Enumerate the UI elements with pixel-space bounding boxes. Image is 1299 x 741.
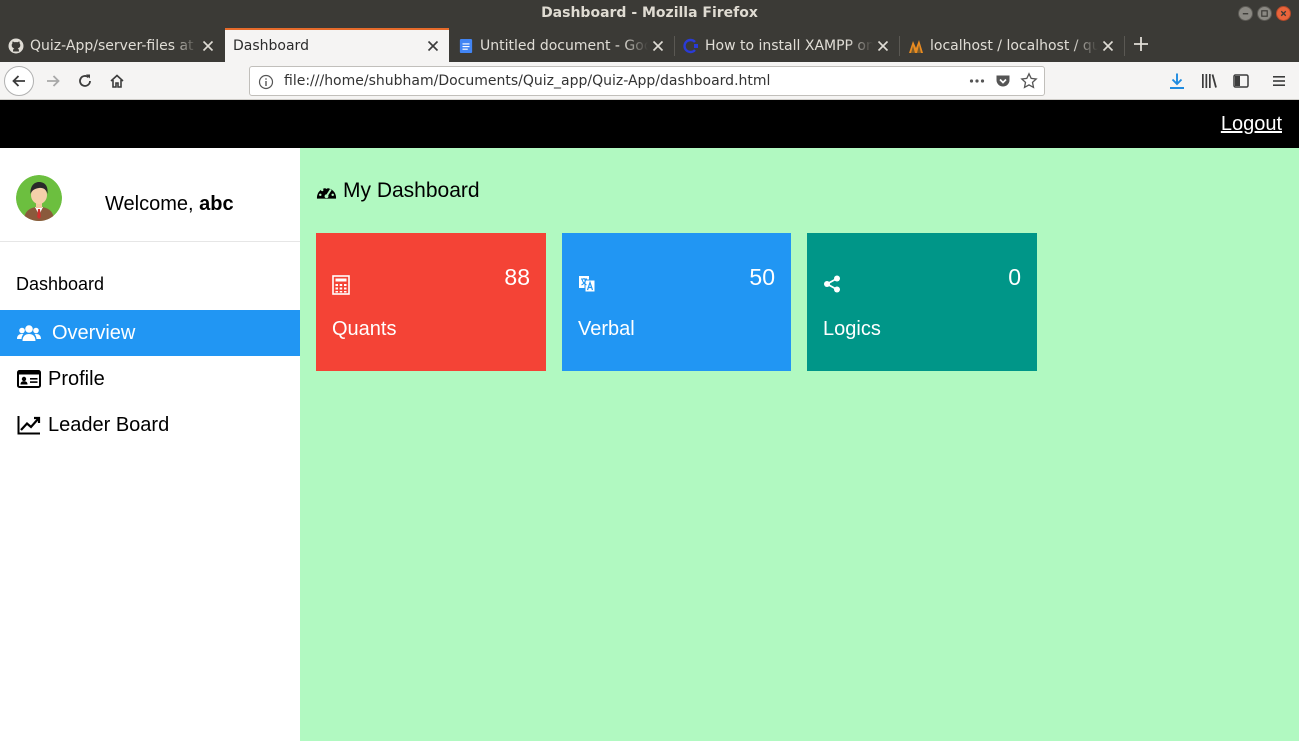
minimize-icon bbox=[1242, 13, 1249, 15]
sidebar-toggle-button[interactable] bbox=[1232, 72, 1250, 90]
home-button[interactable] bbox=[102, 66, 132, 96]
page-title-text: My Dashboard bbox=[343, 179, 480, 202]
tab-strip: Quiz-App/server-files at Dashboard Untit… bbox=[0, 28, 1299, 62]
page-actions-icon[interactable] bbox=[968, 72, 986, 94]
hamburger-menu-icon bbox=[1273, 76, 1285, 86]
sidebar-heading: Dashboard bbox=[16, 274, 105, 294]
web-page: Logout Welcome, abc Dashboard Overview P… bbox=[0, 100, 1299, 741]
verbal-card[interactable]: 50 Verbal bbox=[562, 233, 791, 371]
library-icon bbox=[1202, 74, 1217, 88]
plus-icon bbox=[1134, 37, 1148, 51]
sidebar-item-leader-board[interactable]: Leader Board bbox=[0, 402, 300, 448]
sidebar-icon bbox=[1233, 74, 1249, 88]
sidebar-item-overview[interactable]: Overview bbox=[0, 310, 300, 356]
username: abc bbox=[199, 193, 234, 215]
close-window-button[interactable] bbox=[1276, 6, 1291, 21]
user-box: Welcome, abc bbox=[0, 148, 300, 242]
card-value: 0 bbox=[1008, 264, 1021, 290]
tab-label: Untitled document - Goo bbox=[480, 38, 648, 54]
card-label: Logics bbox=[823, 318, 881, 340]
reload-button[interactable] bbox=[70, 66, 100, 96]
back-button[interactable] bbox=[4, 66, 34, 96]
logout-link[interactable]: Logout bbox=[1221, 113, 1282, 136]
card-value: 88 bbox=[504, 264, 530, 290]
translate-icon bbox=[578, 275, 596, 293]
quants-card[interactable]: 88 Quants bbox=[316, 233, 546, 371]
downloads-button[interactable] bbox=[1168, 72, 1186, 90]
dashboard-gauge-icon bbox=[316, 180, 338, 202]
card-value: 50 bbox=[749, 264, 775, 290]
forward-button[interactable] bbox=[38, 66, 68, 96]
logics-card[interactable]: 0 Logics bbox=[807, 233, 1037, 371]
github-icon bbox=[8, 38, 24, 54]
maximize-icon bbox=[1261, 10, 1268, 17]
navigation-toolbar: file:///home/shubham/Documents/Quiz_app/… bbox=[0, 62, 1299, 100]
close-tab-icon[interactable] bbox=[423, 36, 443, 56]
menu-button[interactable] bbox=[1270, 72, 1288, 90]
close-tab-icon[interactable] bbox=[198, 36, 218, 56]
arrow-left-icon bbox=[12, 75, 25, 87]
site-c-icon bbox=[683, 38, 699, 54]
new-tab-button[interactable] bbox=[1130, 33, 1152, 55]
welcome-prefix: Welcome, bbox=[105, 193, 200, 215]
tab-google-docs[interactable]: Untitled document - Goo bbox=[450, 30, 674, 62]
tab-xampp[interactable]: How to install XAMPP on bbox=[675, 30, 899, 62]
pocket-icon[interactable] bbox=[994, 72, 1012, 94]
main-content: My Dashboard 88 Quants 50 Verbal 0 Logic… bbox=[300, 148, 1299, 741]
minimize-button[interactable] bbox=[1238, 6, 1253, 21]
sidebar-item-profile[interactable]: Profile bbox=[0, 356, 300, 402]
tab-label: Dashboard bbox=[233, 38, 309, 54]
bookmark-star-icon[interactable] bbox=[1020, 72, 1038, 94]
close-tab-icon[interactable] bbox=[873, 36, 893, 56]
share-icon bbox=[823, 275, 841, 293]
sidebar-item-label: Leader Board bbox=[48, 413, 170, 436]
tab-separator bbox=[1124, 36, 1125, 56]
window-titlebar: Dashboard - Mozilla Firefox bbox=[0, 0, 1299, 28]
welcome-message: Welcome, abc bbox=[105, 193, 234, 216]
info-icon[interactable] bbox=[258, 74, 274, 90]
users-icon bbox=[17, 321, 41, 345]
google-docs-icon bbox=[458, 38, 474, 54]
url-bar[interactable]: file:///home/shubham/Documents/Quiz_app/… bbox=[249, 66, 1045, 96]
tab-label: localhost / localhost / qu bbox=[930, 38, 1098, 54]
tab-github[interactable]: Quiz-App/server-files at bbox=[0, 30, 224, 62]
home-icon bbox=[110, 74, 124, 88]
sidebar: Welcome, abc Dashboard Overview Profile … bbox=[0, 148, 300, 741]
arrow-right-icon bbox=[47, 75, 60, 87]
reload-icon bbox=[79, 74, 91, 87]
sidebar-item-label: Overview bbox=[52, 321, 136, 344]
tab-dashboard[interactable]: Dashboard bbox=[225, 28, 449, 62]
page-topbar: Logout bbox=[0, 100, 1299, 148]
avatar bbox=[16, 175, 62, 221]
line-chart-icon bbox=[17, 413, 41, 437]
calculator-icon bbox=[332, 275, 350, 295]
sidebar-item-label: Profile bbox=[48, 367, 105, 390]
library-button[interactable] bbox=[1200, 72, 1218, 90]
download-icon bbox=[1170, 73, 1184, 89]
window-title: Dashboard - Mozilla Firefox bbox=[541, 5, 758, 21]
url-text[interactable]: file:///home/shubham/Documents/Quiz_app/… bbox=[284, 73, 770, 89]
close-icon bbox=[1280, 10, 1287, 17]
window-controls bbox=[1238, 6, 1291, 21]
tab-label: How to install XAMPP on bbox=[705, 38, 873, 54]
card-label: Verbal bbox=[578, 318, 635, 340]
close-tab-icon[interactable] bbox=[1098, 36, 1118, 56]
tab-phpmyadmin[interactable]: localhost / localhost / qu bbox=[900, 30, 1124, 62]
page-title: My Dashboard bbox=[316, 179, 480, 203]
card-label: Quants bbox=[332, 318, 397, 340]
close-tab-icon[interactable] bbox=[648, 36, 668, 56]
maximize-button[interactable] bbox=[1257, 6, 1272, 21]
phpmyadmin-icon bbox=[908, 38, 924, 54]
tab-label: Quiz-App/server-files at bbox=[30, 38, 194, 54]
id-card-icon bbox=[17, 367, 41, 391]
